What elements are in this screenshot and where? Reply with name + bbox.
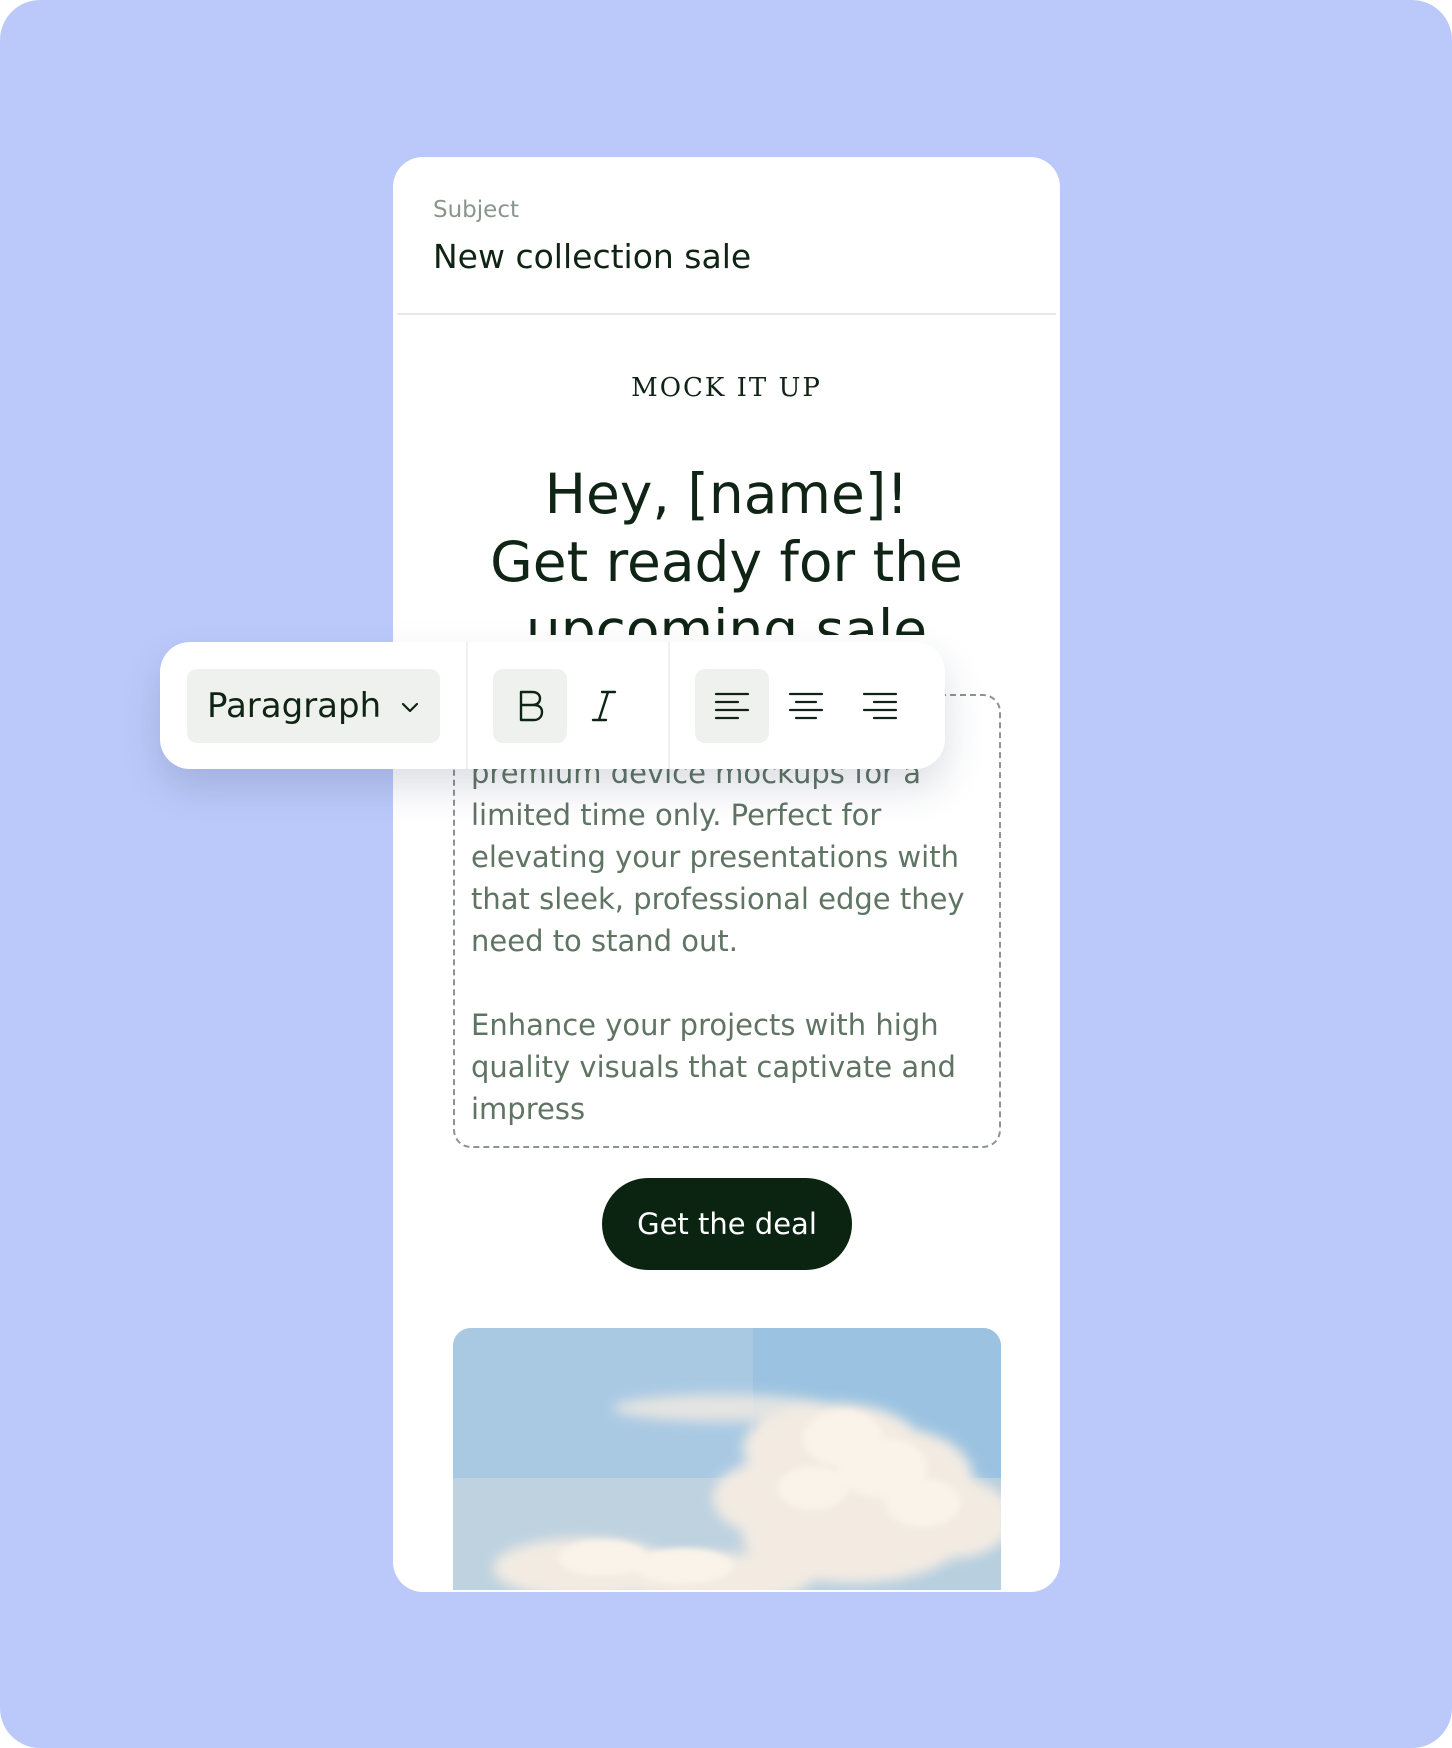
italic-button[interactable]: [567, 669, 641, 743]
align-right-button[interactable]: [843, 669, 917, 743]
body-paragraph: premium device mockups for a limited tim…: [471, 752, 991, 962]
headline-line: Hey, [name]!: [544, 462, 909, 526]
brand-logo-text: MOCK IT UP: [631, 373, 822, 403]
subject-label: Subject: [433, 197, 519, 223]
italic-icon: [591, 690, 617, 722]
block-style-dropdown[interactable]: Paragraph: [187, 669, 440, 743]
subject-value[interactable]: New collection sale: [433, 237, 751, 276]
body-line: impress: [471, 1092, 586, 1126]
bold-icon: [519, 690, 544, 722]
align-left-icon: [714, 692, 750, 720]
email-preview-card: Subject New collection sale MOCK IT UP H…: [393, 157, 1060, 1592]
sky-clouds-image: [453, 1328, 1001, 1590]
bold-button[interactable]: [493, 669, 567, 743]
body-line: Enhance your projects with high: [471, 1008, 939, 1042]
body-line: elevating your presentations with: [471, 840, 959, 874]
body-paragraph: Enhance your projects with high quality …: [471, 1004, 991, 1130]
backdrop: Subject New collection sale MOCK IT UP H…: [0, 0, 1452, 1748]
subject-divider: [397, 313, 1056, 315]
headline-line: upcoming sale: [525, 598, 928, 635]
clouds-illustration: [453, 1328, 1001, 1590]
body-line: limited time only. Perfect for: [471, 798, 882, 832]
email-body-text[interactable]: premium device mockups for a limited tim…: [471, 752, 991, 1130]
subject-field[interactable]: Subject New collection sale: [393, 157, 1060, 315]
text-formatting-toolbar: Paragraph: [160, 642, 945, 769]
body-line: quality visuals that captivate and: [471, 1050, 956, 1084]
block-style-value: Paragraph: [207, 686, 382, 726]
toolbar-separator: [668, 642, 670, 769]
align-center-icon: [788, 692, 824, 720]
toolbar-separator: [466, 642, 468, 769]
headline-line: Get ready for the: [490, 530, 963, 594]
get-the-deal-button[interactable]: Get the deal: [602, 1178, 852, 1270]
body-line: that sleek, professional edge they: [471, 882, 965, 916]
align-center-button[interactable]: [769, 669, 843, 743]
align-right-icon: [862, 692, 898, 720]
align-left-button[interactable]: [695, 669, 769, 743]
chevron-down-icon: [401, 702, 419, 713]
body-line: need to stand out.: [471, 924, 738, 958]
email-headline[interactable]: Hey, [name]! Get ready for the upcoming …: [393, 460, 1060, 635]
